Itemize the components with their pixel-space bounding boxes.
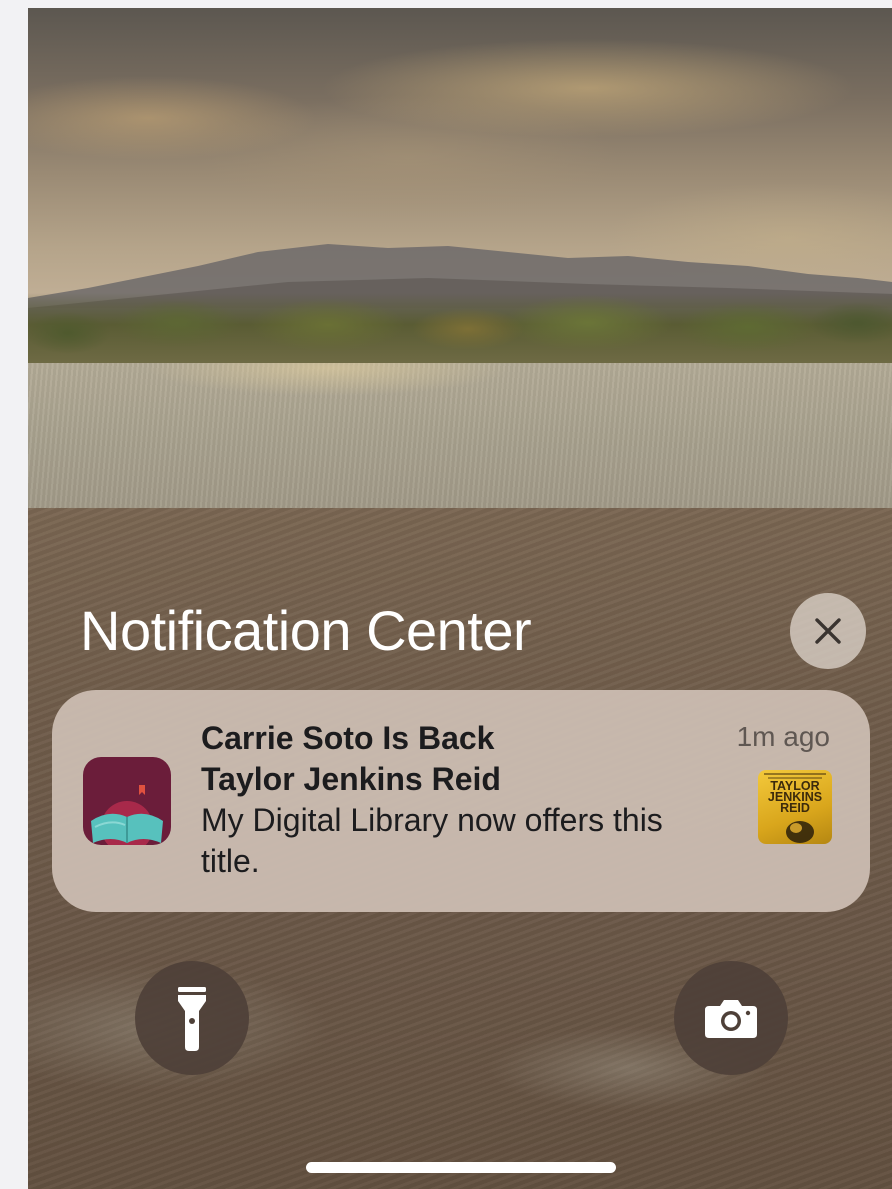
close-icon [815,618,841,644]
notification-timestamp: 1m ago [736,721,830,752]
notification-subtitle: Taylor Jenkins Reid [201,761,501,797]
notification-center-title: Notification Center [80,599,532,662]
notification-title: Carrie Soto Is Back [201,720,495,756]
close-button[interactable] [790,593,866,669]
book-cover-thumbnail: TAYLOR JENKINS REID [758,770,832,844]
library-book-reader-icon [83,757,171,845]
home-indicator[interactable] [306,1162,616,1173]
book-cover-text: TAYLOR JENKINS REID [767,779,823,815]
notification-card[interactable]: Carrie Soto Is Back Taylor Jenkins Reid … [52,690,870,912]
camera-button[interactable] [674,961,788,1075]
wallpaper-trees [28,293,892,363]
camera-icon [705,1000,757,1038]
book-cover-figure [786,821,814,843]
notification-content: Carrie Soto Is Back Taylor Jenkins Reid … [201,718,681,882]
notification-body: My Digital Library now offers this title… [201,802,663,879]
flashlight-icon [178,987,206,1051]
lock-screen: Notification Center Carrie Soto Is Back … [28,8,892,1189]
flashlight-button[interactable] [135,961,249,1075]
